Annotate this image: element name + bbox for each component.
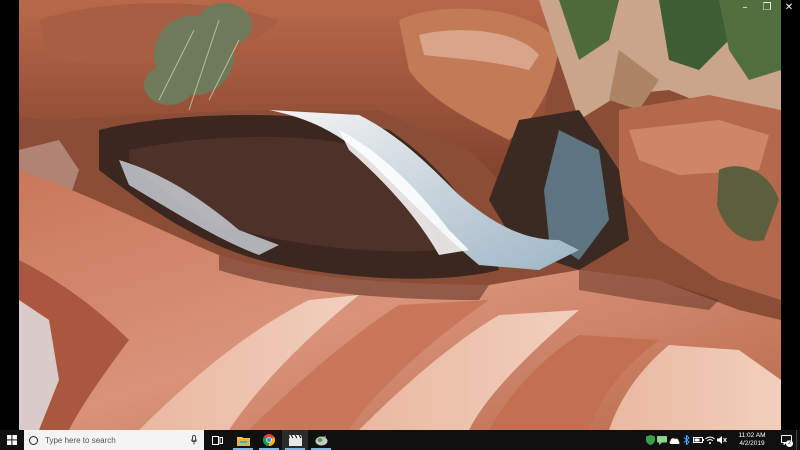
cortana-icon [29, 435, 38, 445]
close-button[interactable]: ✕ [778, 0, 800, 16]
start-button[interactable] [0, 430, 24, 450]
window-controls: – ❐ ✕ [734, 0, 800, 16]
search-box[interactable]: Type here to search [24, 430, 204, 450]
windows-logo-icon [7, 435, 17, 445]
taskbar-app-file-explorer[interactable] [230, 430, 256, 450]
notification-count-badge: 2 [786, 440, 793, 447]
clock-time: 11:02 AM [738, 432, 766, 439]
maximize-button[interactable]: ❐ [756, 0, 778, 16]
bluetooth-icon [683, 435, 690, 445]
battery-icon [692, 437, 704, 443]
tray-volume[interactable] [716, 430, 728, 450]
tray-shield[interactable] [644, 430, 656, 450]
action-center-button[interactable]: 2 [776, 430, 796, 450]
show-desktop-button[interactable] [796, 430, 800, 450]
taskbar-app-chrome[interactable] [256, 430, 282, 450]
tray-bluetooth[interactable] [680, 430, 692, 450]
cloud-icon [669, 437, 680, 444]
tray-chat[interactable] [656, 430, 668, 450]
speech-icon [657, 435, 667, 445]
media-viewer: – ❐ ✕ [0, 0, 800, 430]
wifi-icon [705, 436, 715, 444]
clock-date: 4/2/2019 [739, 440, 765, 447]
minimize-button[interactable]: – [734, 0, 756, 16]
shield-icon [645, 435, 655, 445]
task-view-icon [211, 435, 223, 445]
taskbar-app-movies-tv[interactable] [282, 430, 308, 450]
film-clapper-icon [288, 434, 302, 446]
tray-cloud[interactable] [668, 430, 680, 450]
app-icon [315, 435, 327, 445]
tray-wifi[interactable] [704, 430, 716, 450]
task-view-button[interactable] [204, 430, 230, 450]
taskbar-app-other[interactable] [308, 430, 334, 450]
system-tray: 11:02 AM 4/2/2019 2 [644, 430, 800, 450]
search-placeholder: Type here to search [45, 435, 116, 445]
taskbar: Type here to search 11:02 AM 4/2/2019 2 [0, 430, 800, 450]
video-frame[interactable] [19, 0, 781, 430]
volume-icon [717, 436, 727, 444]
microphone-icon[interactable] [190, 435, 198, 446]
chrome-icon [263, 434, 275, 446]
canyon-waterfall-image [19, 0, 781, 430]
system-clock[interactable]: 11:02 AM 4/2/2019 [730, 432, 774, 448]
tray-battery[interactable] [692, 430, 704, 450]
folder-icon [236, 436, 250, 446]
